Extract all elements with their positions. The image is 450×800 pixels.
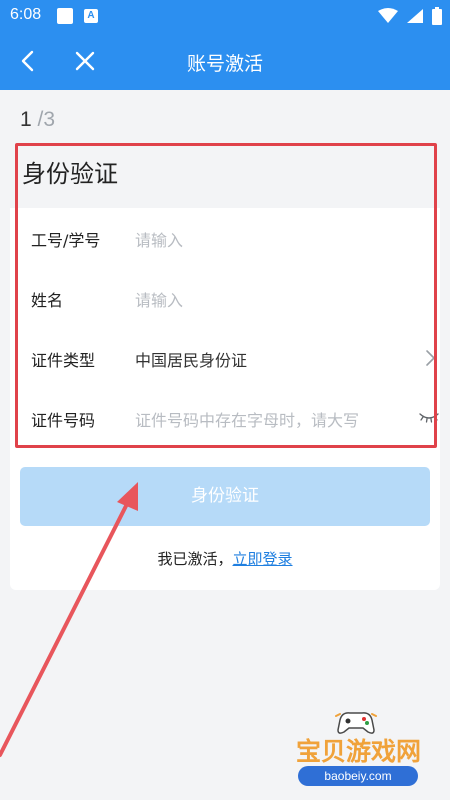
watermark-title: 宝贝游戏网 xyxy=(295,737,421,766)
annotation-arrow xyxy=(0,482,138,757)
watermark-url: baobeiy.com xyxy=(298,766,418,786)
watermark-logo: 宝贝游戏网 baobeiy.com xyxy=(276,708,441,790)
